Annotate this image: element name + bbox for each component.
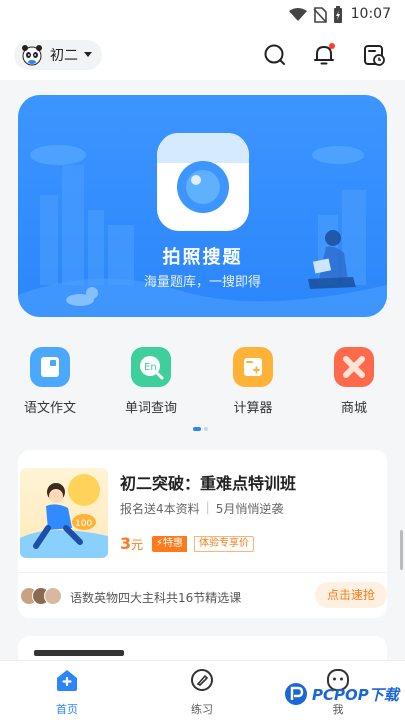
panda-avatar-icon	[22, 45, 42, 66]
scrollbar[interactable]	[400, 530, 403, 570]
status-time: 10:07	[350, 6, 391, 22]
hero-subtitle: 海量题库，一搜即得	[143, 275, 261, 290]
top-bar: 初二	[0, 30, 405, 80]
pcpop-logo-icon	[285, 683, 307, 705]
course-card[interactable]: 100 初二突破：重难点特训班 报名送4本资料 | 5月悄悄逆袭 3元 ⚡特惠 …	[18, 450, 387, 618]
tab-label: 首页	[56, 703, 78, 716]
practice-icon	[191, 669, 213, 691]
tab-label: 练习	[191, 703, 213, 716]
wifi-icon	[289, 8, 307, 21]
avatar	[44, 587, 62, 605]
status-icons	[289, 6, 343, 24]
svg-text:En: En	[144, 362, 157, 373]
svg-text:100: 100	[75, 519, 92, 529]
chevron-down-icon	[84, 52, 92, 57]
course-price: 3元	[120, 534, 143, 553]
camera-icon	[157, 133, 249, 231]
history-icon[interactable]	[361, 42, 387, 68]
home-icon	[57, 670, 77, 691]
quick-action-label: 计算器	[233, 401, 273, 416]
notification-dot	[329, 43, 335, 49]
watermark-text: PCPOP下载	[312, 685, 399, 704]
word-search-icon: En	[131, 347, 171, 387]
quick-action-label: 单词查询	[124, 401, 177, 416]
quick-action-mall[interactable]: 商城	[314, 347, 394, 416]
divider	[18, 572, 387, 573]
course-title: 初二突破：重难点特训班	[120, 474, 297, 493]
calculator-icon	[233, 347, 273, 387]
quick-action-label: 语文作文	[23, 401, 76, 416]
search-icon[interactable]	[262, 42, 288, 68]
course-thumbnail: 100	[20, 468, 108, 558]
page-indicator	[193, 427, 208, 431]
status-bar: 10:07	[0, 0, 405, 30]
pcpop-watermark: PCPOP下载	[284, 682, 399, 706]
next-card-title-peek	[34, 650, 124, 656]
hero-title: 拍照搜题	[162, 247, 243, 268]
course-meta-slogan: 5月悄悄逆袭	[215, 502, 284, 516]
tab-practice[interactable]: 练习	[162, 667, 242, 717]
indicator-dot	[204, 427, 208, 431]
tab-home[interactable]: 首页	[27, 667, 107, 717]
quick-action-calculator[interactable]: 计算器	[213, 347, 293, 416]
course-meta-gift: 报名送4本资料	[120, 502, 200, 516]
essay-icon	[30, 347, 70, 387]
battery-icon	[334, 6, 342, 23]
indicator-dot-active	[193, 427, 201, 431]
bell-icon[interactable]	[311, 42, 337, 68]
course-promo-text: 语数英物四大主科共16节精选课	[70, 591, 242, 605]
grade-selector[interactable]: 初二	[14, 40, 102, 70]
experience-price-badge: 体验专享价	[194, 536, 254, 552]
grade-label: 初二	[50, 48, 78, 64]
course-meta-separator: |	[205, 500, 210, 514]
price-value: 3	[120, 534, 132, 553]
special-offer-badge: ⚡特惠	[152, 536, 188, 552]
mall-icon	[334, 347, 374, 387]
no-sim-icon	[313, 7, 327, 23]
course-meta: 报名送4本资料 | 5月悄悄逆袭	[120, 500, 283, 517]
student-avatars	[20, 587, 64, 605]
grab-now-button[interactable]: 点击速抢	[314, 582, 387, 608]
quick-action-word-search[interactable]: En 单词查询	[111, 347, 191, 416]
price-unit: 元	[131, 538, 144, 552]
quick-action-essay[interactable]: 语文作文	[10, 347, 90, 416]
quick-action-label: 商城	[340, 401, 367, 416]
